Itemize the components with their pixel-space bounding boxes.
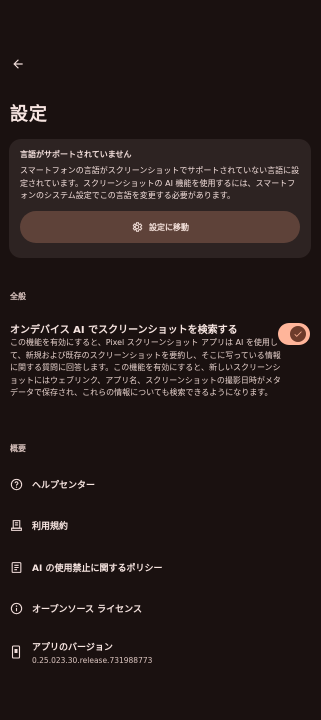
phone-icon bbox=[9, 645, 23, 659]
help-circle-icon bbox=[9, 477, 23, 491]
open-source-licenses-item[interactable]: オープンソース ライセンス bbox=[9, 598, 142, 618]
info-circle-icon bbox=[9, 601, 23, 615]
ai-search-toggle[interactable] bbox=[278, 323, 310, 345]
arrow-back-icon bbox=[13, 59, 23, 69]
help-center-label: ヘルプセンター bbox=[32, 480, 96, 491]
gear-icon bbox=[132, 222, 143, 232]
language-notice-card: 言語がサポートされていません スマートフォンの言語がスクリーンショットでサポート… bbox=[9, 139, 311, 258]
ai-search-description: この機能を有効にすると、Pixel スクリーンショット アプリは AI を使用し… bbox=[10, 338, 281, 397]
app-version-label: アプリのバージョン bbox=[32, 643, 113, 653]
ai-policy-item[interactable]: AI の使用禁止に関するポリシー bbox=[9, 557, 162, 577]
notice-title: 言語がサポートされていません bbox=[20, 150, 132, 159]
toggle-thumb bbox=[290, 326, 306, 342]
notice-body: スマートフォンの言語がスクリーンショットでサポートされていない言語に設定されてい… bbox=[20, 166, 300, 200]
help-center-item[interactable]: ヘルプセンター bbox=[9, 474, 95, 494]
app-version-value: 0.25.023.30.release.731988773 bbox=[32, 656, 153, 665]
terms-label: 利用規約 bbox=[32, 521, 69, 532]
section-about: 概要 bbox=[10, 444, 26, 453]
ai-policy-label: AI の使用禁止に関するポリシー bbox=[32, 563, 163, 574]
terms-document-icon bbox=[9, 518, 23, 532]
check-icon bbox=[294, 331, 302, 337]
ai-search-title: オンデバイス AI でスクリーンショットを検索する bbox=[10, 325, 238, 336]
open-source-licenses-label: オープンソース ライセンス bbox=[32, 604, 142, 615]
go-to-settings-label: 設定に移動 bbox=[149, 222, 189, 232]
terms-item[interactable]: 利用規約 bbox=[9, 515, 68, 535]
go-to-settings-button[interactable]: 設定に移動 bbox=[20, 211, 300, 243]
section-general: 全般 bbox=[10, 292, 26, 301]
back-button[interactable] bbox=[8, 54, 28, 74]
policy-document-icon bbox=[9, 560, 23, 574]
page-title: 設定 bbox=[10, 104, 48, 125]
